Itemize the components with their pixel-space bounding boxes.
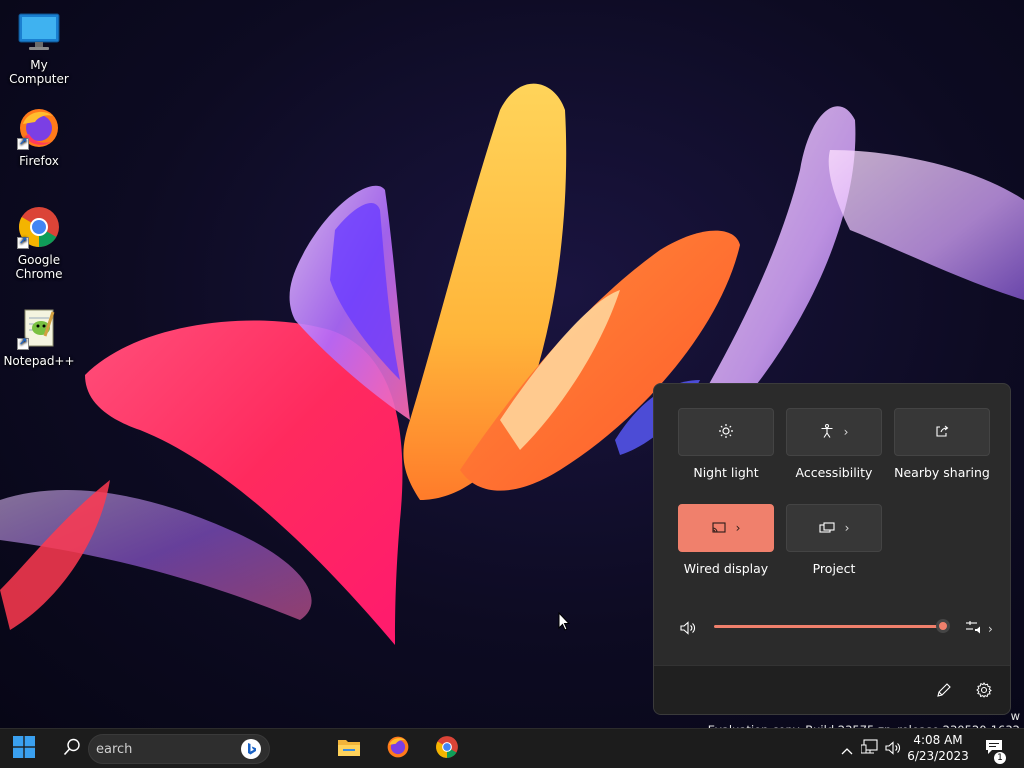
brightness-icon	[719, 423, 733, 442]
start-button[interactable]	[4, 729, 44, 768]
speaker-icon	[885, 740, 903, 759]
tile-accessibility[interactable]: ›	[786, 408, 882, 456]
edit-pencil-icon[interactable]	[936, 682, 952, 702]
taskbar-firefox[interactable]	[379, 729, 417, 768]
network-icon	[860, 739, 879, 759]
taskbar-clock[interactable]: 4:08 AM 6/23/2023	[906, 732, 970, 764]
search-button[interactable]	[56, 729, 88, 768]
desktop-icon-label: Notepad++	[3, 354, 75, 368]
desktop-icon-chrome[interactable]: Google Chrome	[0, 205, 78, 281]
audio-output-button[interactable]: ›	[965, 619, 993, 639]
desktop-icon-label: Firefox	[19, 154, 59, 168]
chrome-icon	[435, 735, 459, 763]
accessibility-icon	[820, 423, 834, 442]
chevron-right-icon: ›	[988, 622, 993, 636]
quick-settings-footer	[654, 665, 1010, 714]
firefox-icon	[17, 106, 61, 150]
tile-wired-display[interactable]: ›	[678, 504, 774, 552]
chevron-right-icon: ›	[844, 521, 850, 535]
show-hidden-icons-button[interactable]	[838, 729, 856, 768]
clock-time: 4:08 AM	[913, 733, 963, 747]
shortcut-arrow-icon	[17, 235, 29, 249]
chrome-icon	[17, 205, 61, 249]
tile-night-light[interactable]	[678, 408, 774, 456]
tile-label-wired-display: Wired display	[683, 561, 769, 576]
tile-label-nearby-sharing: Nearby sharing	[894, 465, 990, 480]
tile-label-night-light: Night light	[693, 465, 759, 480]
volume-slider-thumb[interactable]	[936, 619, 950, 633]
desktop-icon-my-computer[interactable]: My Computer	[0, 10, 78, 86]
taskbar: earch 4:08 AM 6/23/2023	[0, 728, 1024, 768]
chevron-right-icon: ›	[735, 521, 741, 535]
volume-button[interactable]	[884, 729, 904, 768]
desktop-icon-notepadpp[interactable]: Notepad++	[0, 306, 78, 368]
search-icon	[63, 738, 81, 760]
chevron-up-icon	[841, 740, 853, 759]
cast-icon	[712, 519, 726, 538]
notepadpp-icon	[17, 306, 61, 350]
audio-output-icon	[965, 619, 983, 639]
tile-label-project: Project	[812, 561, 856, 576]
share-icon	[935, 423, 949, 442]
mouse-cursor-icon	[558, 612, 570, 631]
project-icon	[819, 519, 835, 538]
monitor-icon	[17, 10, 61, 54]
file-explorer-icon	[337, 737, 361, 761]
volume-slider-track[interactable]	[714, 625, 946, 628]
windows-logo-icon	[13, 736, 35, 762]
notification-count-badge: 1	[994, 752, 1006, 764]
chevron-right-icon: ›	[843, 425, 849, 439]
desktop-icon-firefox[interactable]: Firefox	[0, 106, 78, 168]
tile-project[interactable]: ›	[786, 504, 882, 552]
shortcut-arrow-icon	[17, 336, 29, 350]
settings-gear-icon[interactable]	[976, 682, 992, 702]
tile-label-accessibility: Accessibility	[795, 465, 873, 480]
search-box-text: earch	[96, 742, 133, 757]
bing-logo-icon[interactable]	[241, 739, 261, 763]
quick-settings-panel: Night light › Accessibility Nearby shari…	[653, 383, 1011, 715]
tile-nearby-sharing[interactable]	[894, 408, 990, 456]
desktop-icon-label: My Computer	[9, 58, 69, 86]
shortcut-arrow-icon	[17, 136, 29, 150]
firefox-icon	[386, 735, 410, 763]
speaker-icon[interactable]	[680, 620, 698, 639]
network-button[interactable]	[860, 729, 880, 768]
desktop-icon-label: Google Chrome	[15, 253, 63, 281]
taskbar-file-explorer[interactable]	[330, 729, 368, 768]
taskbar-search-box[interactable]: earch	[88, 734, 270, 764]
taskbar-chrome[interactable]	[428, 729, 466, 768]
clock-date: 6/23/2023	[907, 749, 969, 763]
